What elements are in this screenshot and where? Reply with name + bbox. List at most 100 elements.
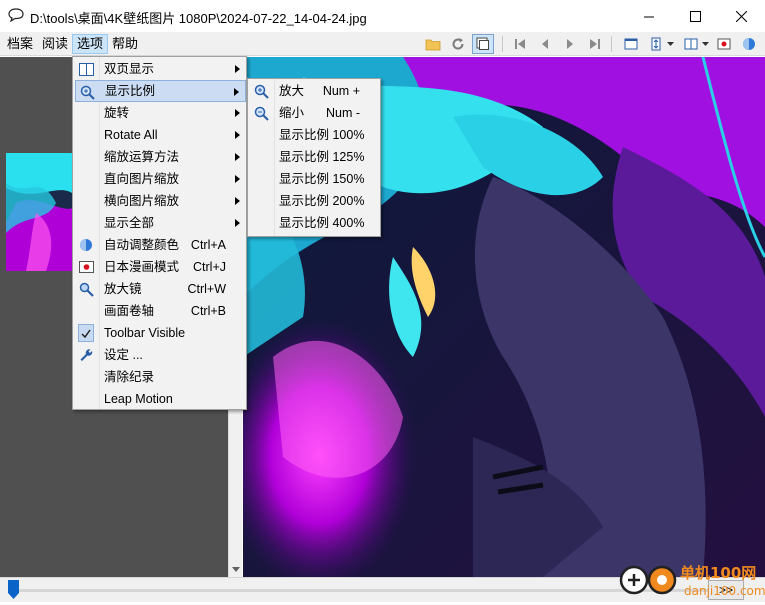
single-page-icon[interactable] [622,36,640,52]
options-menu-item[interactable]: 横向图片缩放 [75,190,246,212]
first-page-icon[interactable] [511,36,529,52]
two-page-icon [78,61,94,77]
options-menu-item-shortcut: Ctrl+B [190,304,226,318]
refresh-icon[interactable] [449,36,467,52]
options-menu-item[interactable]: 画面卷轴 Ctrl+B [75,300,246,322]
options-menu-item-label: 旋转 [104,106,130,120]
zoom-submenu-item[interactable]: 放大 Num + [250,80,380,102]
zoom-submenu-item-label: 显示比例 200% [279,194,365,208]
options-menu-item[interactable]: Leap Motion [75,388,246,410]
thumbnail-image[interactable] [6,153,72,271]
zoom-submenu-item-label: 缩小 [279,106,305,120]
dual-page-icon[interactable] [682,36,700,52]
options-menu-item[interactable]: 直向图片缩放 [75,168,246,190]
close-icon [735,10,747,22]
options-menu-item[interactable]: 显示比例 [75,80,246,102]
maximize-icon [689,10,701,22]
zoom-submenu-item[interactable]: 显示比例 200% [250,190,380,212]
submenu-arrow-icon [235,168,240,192]
close-button[interactable] [718,0,764,32]
options-menu-item-label: 清除纪录 [104,370,155,384]
minimize-button[interactable] [626,0,672,32]
zoom-submenu-item[interactable]: 缩小 Num - [250,102,380,124]
zoom-submenu-item[interactable]: 显示比例 125% [250,146,380,168]
options-menu-item[interactable]: 显示全部 [75,212,246,234]
zoom-in-icon [253,83,269,99]
options-menu-item[interactable]: 旋转 [75,102,246,124]
auto-color-icon[interactable] [740,36,758,52]
menu-file[interactable]: 档案 [3,34,37,54]
page-slider-track[interactable] [8,589,708,592]
magnifier-icon [78,281,94,297]
zoom-submenu-item-label: 放大 [279,84,305,98]
wrench-icon [78,347,94,363]
scroll-down-icon[interactable] [229,561,243,577]
zoom-icon [79,84,95,100]
zoom-submenu-item-label: 显示比例 100% [279,128,365,142]
auto-color-icon [78,237,94,253]
menu-options[interactable]: 选项 [72,34,109,54]
zoom-submenu-item[interactable]: 显示比例 400% [250,212,380,234]
zoom-out-icon [253,105,269,121]
svg-text:单机100网: 单机100网 [680,564,756,582]
options-menu-item-label: 画面卷轴 [104,304,155,318]
zoom-submenu-item-shortcut: Num + [322,84,360,98]
options-menu-item[interactable]: Toolbar Visible [75,322,246,344]
options-menu-item-shortcut: Ctrl+J [193,260,226,274]
maximize-button[interactable] [672,0,718,32]
app-icon [8,8,24,23]
manga-mode-icon[interactable] [715,36,733,52]
chevron-down-icon[interactable] [700,36,710,52]
options-menu-item-shortcut: Ctrl+W [187,282,226,296]
toolbar-separator [611,36,612,52]
menu-help[interactable]: 帮助 [108,34,142,54]
options-menu-item-label: Toolbar Visible [104,326,186,340]
zoom-submenu-item[interactable]: 显示比例 100% [250,124,380,146]
chevron-down-icon[interactable] [665,36,675,52]
zoom-submenu-item-label: 显示比例 125% [279,150,365,164]
zoom-submenu-item-shortcut: Num - [325,106,360,120]
options-menu-item[interactable]: 自动调整颜色 Ctrl+A [75,234,246,256]
previous-page-icon[interactable] [536,36,554,52]
submenu-arrow-icon [235,190,240,214]
minimize-icon [643,16,654,17]
submenu-arrow-icon [234,81,239,104]
manga-mode-icon [78,259,94,275]
options-menu-item[interactable]: 放大镜 Ctrl+W [75,278,246,300]
page-slider-thumb[interactable] [8,580,19,599]
fit-window-icon[interactable] [472,34,494,54]
options-menu-item[interactable]: 日本漫画模式 Ctrl+J [75,256,246,278]
svg-text:danji100.com: danji100.com [684,584,765,598]
zoom-submenu-item[interactable]: 显示比例 150% [250,168,380,190]
options-menu-item-label: 日本漫画模式 [104,260,180,274]
submenu-arrow-icon [235,58,240,82]
checkmark-icon [78,324,94,342]
options-menu-item-label: 显示全部 [104,216,155,230]
fit-height-icon[interactable] [647,36,665,52]
options-menu-item-label: 放大镜 [104,282,142,296]
options-menu-item[interactable]: 设定 ... [75,344,246,366]
open-folder-icon[interactable] [424,36,442,52]
options-menu-item-label: Leap Motion [104,392,173,406]
options-menu-item[interactable]: 清除纪录 [75,366,246,388]
options-menu-item[interactable]: 缩放运算方法 [75,146,246,168]
options-menu-item-label: 横向图片缩放 [104,194,180,208]
options-menu: 双页显示显示比例旋转 Rotate All 缩放运算方法直向图片缩放 横向图片缩放 显示… [72,56,247,410]
toolbar-separator [502,36,503,52]
options-menu-item-shortcut: Ctrl+A [190,238,226,252]
options-menu-item-label: Rotate All [104,128,158,142]
options-menu-item[interactable]: 双页显示 [75,58,246,80]
last-page-icon[interactable] [586,36,604,52]
menu-read[interactable]: 阅读 [38,34,72,54]
options-menu-item[interactable]: Rotate All [75,124,246,146]
title-bar: D:\tools\桌面\4K壁纸图片 1080P\2024-07-22_14-0… [0,0,765,32]
site-watermark-logo: 单机100网 danji100.com [618,560,765,602]
options-menu-item-label: 双页显示 [104,62,155,76]
options-menu-item-label: 直向图片缩放 [104,172,180,186]
submenu-arrow-icon [235,146,240,170]
zoom-submenu: 放大 Num + 缩小 Num - 显示比例 100% 显示比例 125% 显示比例 150… [247,78,381,237]
next-page-icon[interactable] [561,36,579,52]
submenu-arrow-icon [235,124,240,148]
options-menu-item-label: 自动调整颜色 [104,238,180,252]
menu-toolbar-bar: 档案 阅读 选项 帮助 [0,32,765,56]
